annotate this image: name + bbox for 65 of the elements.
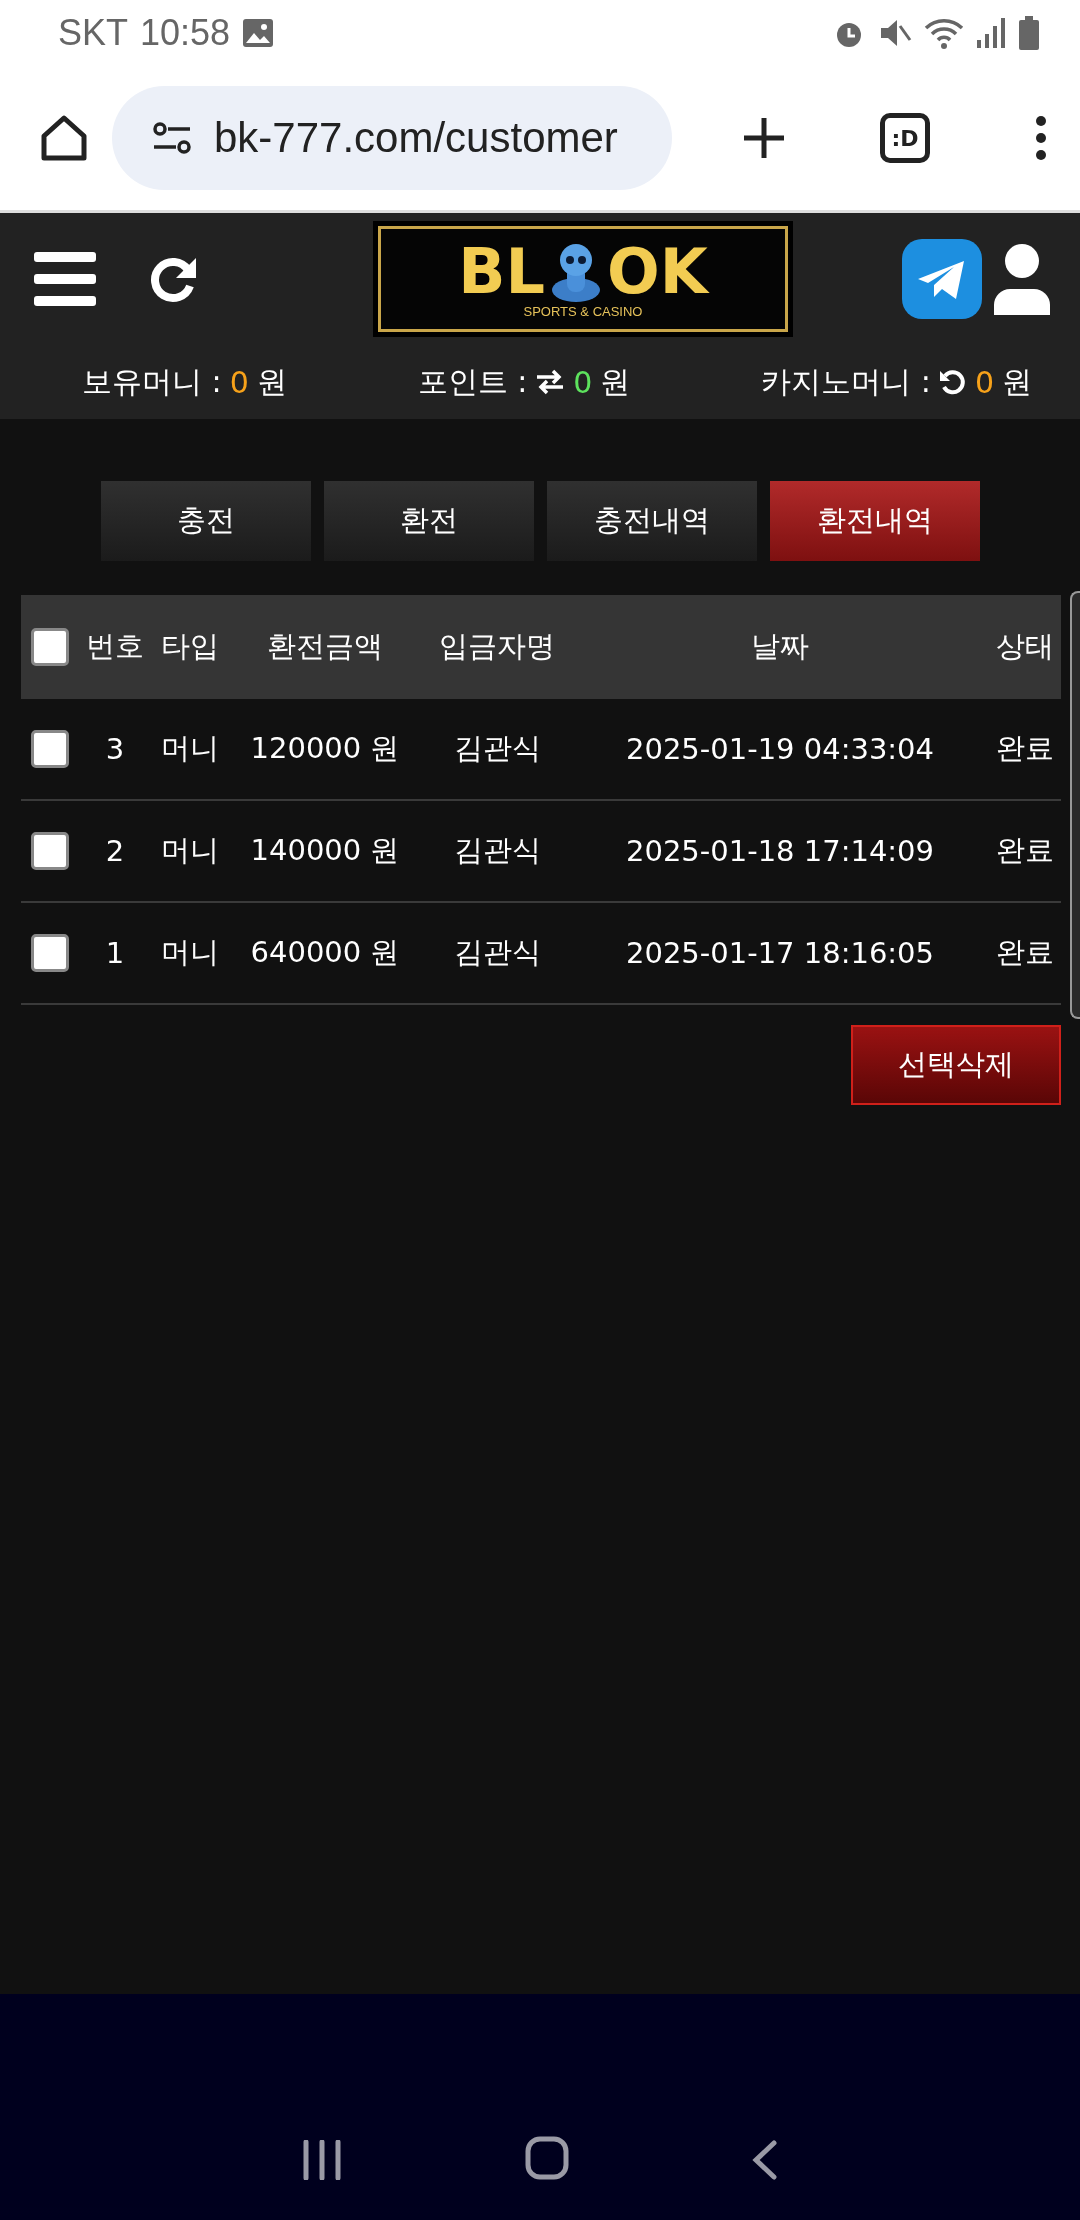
table-cell-text: 640000 원: [250, 934, 400, 971]
row-checkbox[interactable]: [30, 730, 69, 768]
menu-icon[interactable]: [1034, 115, 1048, 161]
table-cell-text: 완료: [995, 832, 1054, 869]
tab[interactable]: 충전: [100, 481, 311, 561]
table-cell-text: 머니: [161, 934, 219, 971]
logo-text: OK: [607, 240, 708, 303]
balance-value: 0: [229, 364, 249, 400]
column-header: 날짜: [572, 595, 988, 699]
table-cell: 2025-01-18 17:14:09: [626, 834, 934, 868]
logo-tagline: SPORTS & CASINO: [523, 303, 643, 319]
logo-text: BL: [458, 240, 545, 303]
currency-unit: 원: [1002, 362, 1032, 401]
tab[interactable]: 충전내역: [546, 481, 757, 561]
back-icon[interactable]: [752, 2140, 779, 2180]
table-cell: 3: [105, 732, 125, 766]
tab[interactable]: 환전: [323, 481, 534, 561]
table-cell-text: 140000 원: [250, 832, 400, 869]
table-cell-text: 완료: [995, 730, 1054, 767]
row-checkbox[interactable]: [30, 832, 69, 870]
balance-label: 포인트 :: [417, 362, 528, 401]
column-header: 입금자명: [422, 595, 572, 699]
swap-icon: [535, 369, 566, 395]
balance-value: 0: [974, 364, 994, 400]
telegram-icon[interactable]: [902, 239, 982, 319]
user-icon[interactable]: [992, 243, 1052, 315]
image-icon: [242, 18, 275, 48]
tab[interactable]: 환전내역: [769, 481, 980, 561]
column-header: 타입: [152, 595, 228, 699]
table-cell-text: 김관식: [453, 934, 541, 971]
plus-icon[interactable]: [742, 116, 786, 160]
balance-label: 보유머니 :: [82, 362, 222, 401]
column-header: 환전금액: [228, 595, 422, 699]
currency-unit: 원: [256, 362, 287, 401]
wifi-icon: [924, 16, 964, 50]
table-cell-text: 머니: [161, 832, 219, 869]
url-text: bk-777.com/customer: [214, 114, 618, 162]
balance-value: 0: [573, 364, 593, 400]
table-cell: 1: [105, 936, 125, 970]
signal-icon: [976, 16, 1006, 50]
undo-icon: [938, 368, 967, 396]
table-cell: 2025-01-17 18:16:05: [626, 936, 934, 970]
table-cell: 2025-01-19 04:33:04: [626, 732, 934, 766]
table-cell-text: 120000 원: [250, 730, 400, 767]
tab-switcher[interactable]: :D: [880, 113, 930, 163]
table-cell-text: 머니: [161, 730, 219, 767]
column-header: 번호: [78, 595, 152, 699]
balance-label: 카지노머니 :: [761, 362, 931, 401]
site-settings-icon: [152, 121, 192, 155]
table-cell-text: 김관식: [453, 832, 541, 869]
currency-unit: 원: [600, 362, 631, 401]
battery-icon: [1018, 16, 1040, 50]
row-checkbox[interactable]: [30, 934, 69, 972]
column-header: 상태: [988, 595, 1061, 699]
delete-selected-button[interactable]: 선택삭제: [851, 1025, 1061, 1105]
address-bar[interactable]: bk-777.com/customer: [112, 86, 672, 190]
menu-icon[interactable]: [34, 252, 96, 306]
select-all-checkbox[interactable]: [30, 628, 69, 666]
table-cell: 2: [105, 834, 125, 868]
home-button-icon[interactable]: [525, 2136, 569, 2180]
table-cell-text: 김관식: [453, 730, 541, 767]
clock: 10:58: [140, 12, 231, 54]
table-cell-text: 완료: [995, 934, 1054, 971]
recent-apps-icon[interactable]: [301, 2140, 342, 2180]
carrier: SKT: [58, 12, 128, 54]
